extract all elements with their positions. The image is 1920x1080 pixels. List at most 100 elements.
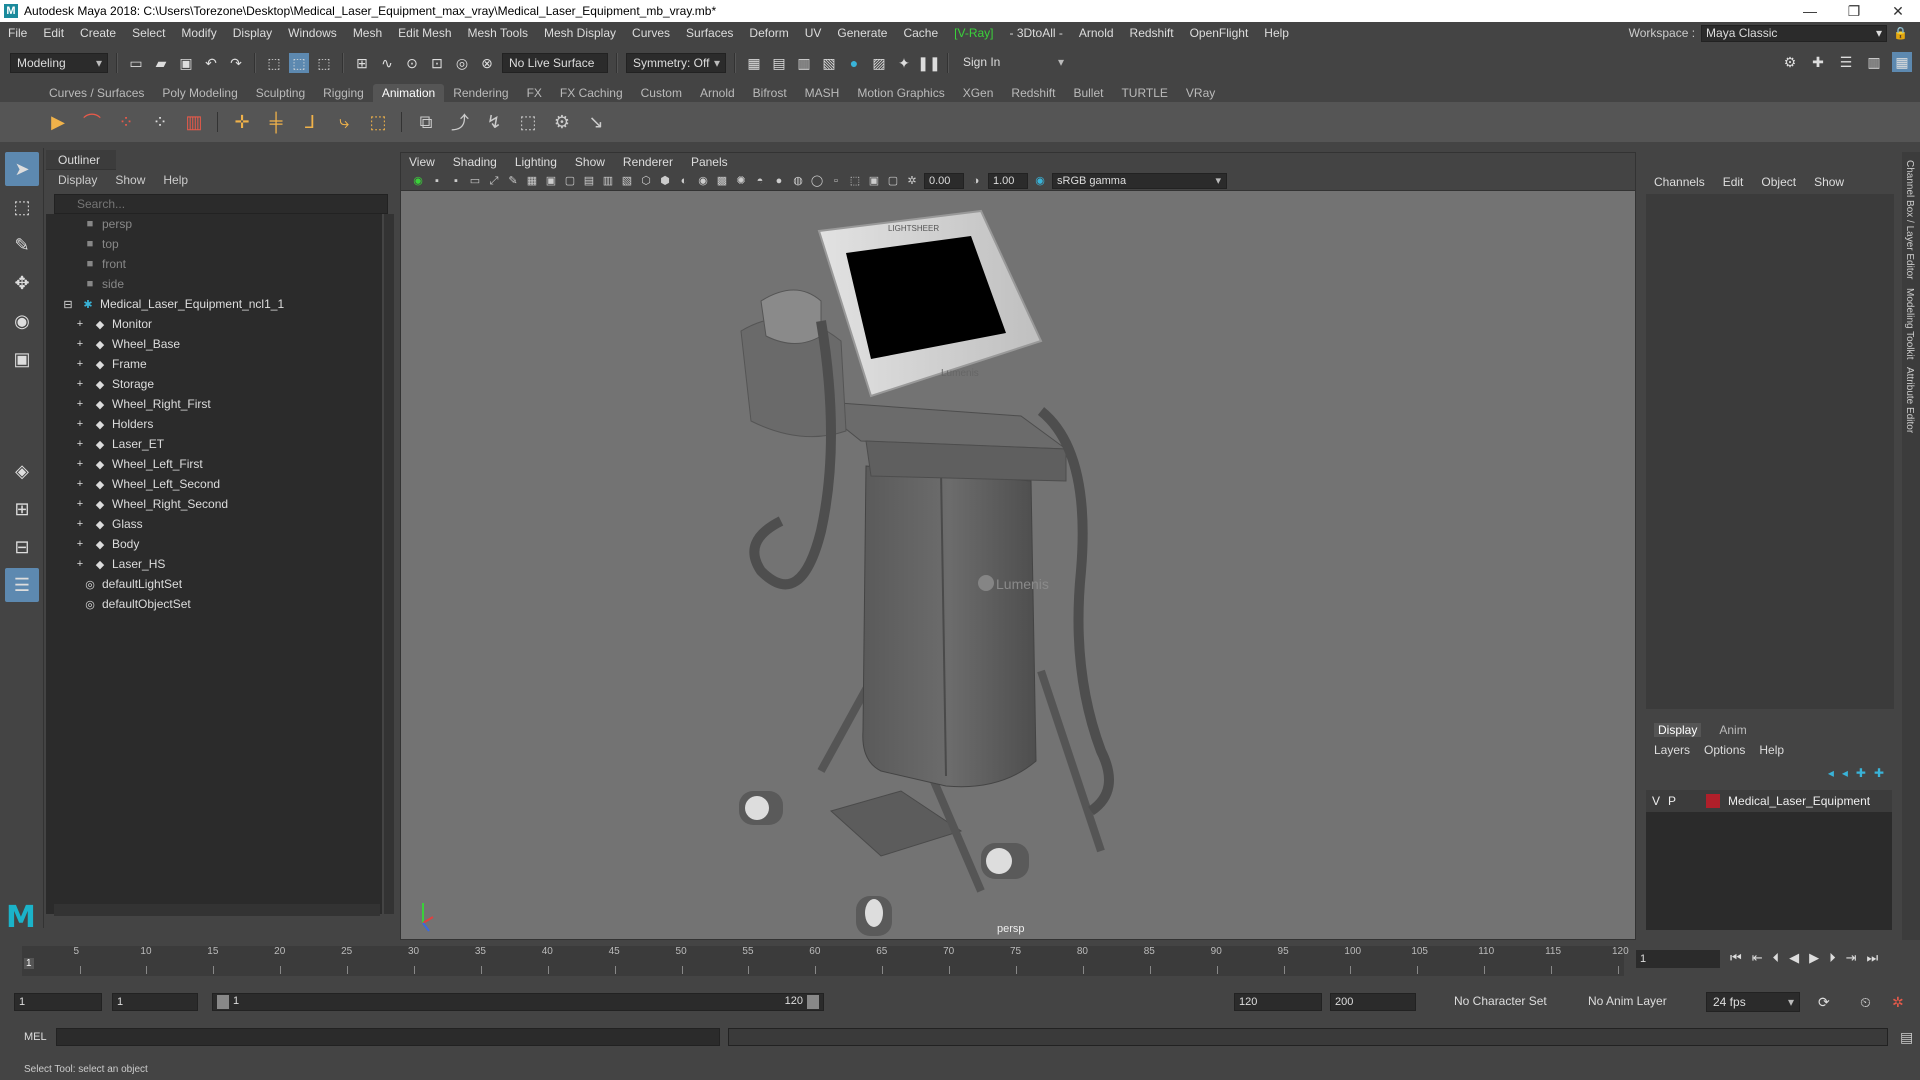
expand-icon[interactable]: + bbox=[72, 338, 88, 350]
snap-live-icon[interactable]: ⊗ bbox=[477, 53, 497, 73]
anti-alias-icon[interactable]: ◯ bbox=[810, 174, 824, 188]
smooth-shade-icon[interactable]: ⬢ bbox=[658, 174, 672, 188]
safe-action-icon[interactable]: ▧ bbox=[620, 174, 634, 188]
layer-playback-toggle[interactable]: P bbox=[1668, 794, 1676, 808]
create-joint-icon[interactable]: ✛ bbox=[228, 108, 256, 136]
bake-icon[interactable]: ▥ bbox=[180, 108, 208, 136]
outliner-item-laser-et[interactable]: + ◆ Laser_ET bbox=[46, 434, 382, 454]
undo-icon[interactable]: ↶ bbox=[201, 53, 221, 73]
menu-mesh-display[interactable]: Mesh Display bbox=[536, 26, 624, 40]
range-bar[interactable]: 1 120 bbox=[212, 993, 824, 1011]
menu-file[interactable]: File bbox=[0, 26, 35, 40]
attribute-editor-icon[interactable]: ☰ bbox=[1836, 52, 1856, 72]
hypershade-icon[interactable]: ● bbox=[844, 53, 864, 73]
camera-attributes-icon[interactable]: ▪ bbox=[430, 174, 444, 188]
expand-icon[interactable]: + bbox=[72, 538, 88, 550]
expand-icon[interactable]: + bbox=[72, 318, 88, 330]
range-start-handle[interactable] bbox=[217, 995, 229, 1009]
outliner-item-side[interactable]: ■ side bbox=[46, 274, 382, 294]
move-tool-icon[interactable]: ✥ bbox=[5, 266, 39, 300]
outliner-layout-icon[interactable]: ☰ bbox=[5, 568, 39, 602]
new-layer-icon[interactable]: ✚ bbox=[1856, 766, 1866, 780]
outliner-horizontal-scrollbar[interactable] bbox=[54, 904, 380, 916]
character-set-dropdown[interactable]: No Character Set bbox=[1448, 992, 1558, 1012]
step-back-frame-icon[interactable]: ⏴ bbox=[1773, 950, 1780, 966]
side-tab-channel-box[interactable]: Channel Box / Layer Editor bbox=[1904, 160, 1915, 280]
shelf-tab-bifrost[interactable]: Bifrost bbox=[744, 84, 796, 102]
layer-menu-layers[interactable]: Layers bbox=[1654, 743, 1690, 757]
grid-icon[interactable]: ▦ bbox=[525, 174, 539, 188]
expand-icon[interactable]: + bbox=[72, 378, 88, 390]
layer-color-swatch[interactable] bbox=[1706, 794, 1721, 808]
shelf-tab-arnold[interactable]: Arnold bbox=[691, 84, 744, 102]
shelf-tab-animation[interactable]: Animation bbox=[372, 84, 445, 102]
shelf-tab-turtle[interactable]: TURTLE bbox=[1112, 84, 1176, 102]
menu-3dtoall[interactable]: - 3DtoAll - bbox=[1002, 26, 1071, 40]
select-hierarchy-icon[interactable]: ⬚ bbox=[264, 53, 284, 73]
lock-icon[interactable]: 🔒 bbox=[1893, 26, 1908, 40]
menu-uv[interactable]: UV bbox=[797, 26, 830, 40]
render-setup-icon[interactable]: ▨ bbox=[869, 53, 889, 73]
default-material-icon[interactable]: ◐ bbox=[677, 174, 691, 188]
shelf-tab-sculpting[interactable]: Sculpting bbox=[247, 84, 314, 102]
outliner-menu-help[interactable]: Help bbox=[163, 173, 188, 187]
playblast-icon[interactable]: ▶ bbox=[44, 108, 72, 136]
shelf-tab-rigging[interactable]: Rigging bbox=[314, 84, 373, 102]
xray-active-icon[interactable]: ▢ bbox=[886, 174, 900, 188]
tool-settings-icon[interactable]: ▥ bbox=[1864, 52, 1884, 72]
menu-edit[interactable]: Edit bbox=[35, 26, 72, 40]
outliner-item-default-light-set[interactable]: ◎ defaultLightSet bbox=[46, 574, 382, 594]
motion-blur-icon[interactable]: ◍ bbox=[791, 174, 805, 188]
outliner-item-storage[interactable]: + ◆ Storage bbox=[46, 374, 382, 394]
ipr-render-icon[interactable]: ▥ bbox=[794, 53, 814, 73]
shelf-tab-custom[interactable]: Custom bbox=[632, 84, 691, 102]
blend-icon[interactable]: ⚙ bbox=[548, 108, 576, 136]
resolution-gate-icon[interactable]: ▢ bbox=[563, 174, 577, 188]
lattice-icon[interactable]: ⧉ bbox=[412, 108, 440, 136]
expand-icon[interactable]: + bbox=[72, 418, 88, 430]
render-frame-icon[interactable]: ▤ bbox=[769, 53, 789, 73]
step-forward-frame-icon[interactable]: ⏵ bbox=[1829, 950, 1836, 966]
viewport-menu-show[interactable]: Show bbox=[575, 155, 605, 169]
viewport-menu-renderer[interactable]: Renderer bbox=[623, 155, 673, 169]
menu-edit-mesh[interactable]: Edit Mesh bbox=[390, 26, 459, 40]
four-view-icon[interactable]: ⊞ bbox=[5, 492, 39, 526]
outliner-item-body[interactable]: + ◆ Body bbox=[46, 534, 382, 554]
lights-icon[interactable]: ✺ bbox=[734, 174, 748, 188]
outliner-item-group[interactable]: ⊟ ✱ Medical_Laser_Equipment_ncl1_1 bbox=[46, 294, 382, 314]
command-input[interactable] bbox=[56, 1028, 720, 1046]
close-button[interactable]: ✕ bbox=[1876, 0, 1920, 22]
symmetry-dropdown[interactable]: Symmetry: Off bbox=[626, 53, 726, 73]
gate-mask-icon[interactable]: ▤ bbox=[582, 174, 596, 188]
single-view-icon[interactable]: ◈ bbox=[5, 454, 39, 488]
play-backward-icon[interactable]: ◀ bbox=[1789, 950, 1799, 966]
layer-row[interactable]: V P Medical_Laser_Equipment bbox=[1646, 790, 1892, 812]
select-tool-icon[interactable]: ➤ bbox=[5, 152, 39, 186]
outliner-item-holders[interactable]: + ◆ Holders bbox=[46, 414, 382, 434]
menu-arnold[interactable]: Arnold bbox=[1071, 26, 1122, 40]
xray-joints-icon[interactable]: ▣ bbox=[867, 174, 881, 188]
expand-icon[interactable]: + bbox=[72, 558, 88, 570]
gamma-field[interactable]: 1.00 bbox=[988, 172, 1028, 189]
open-scene-icon[interactable]: ▰ bbox=[151, 53, 171, 73]
mel-label[interactable]: MEL bbox=[0, 1031, 56, 1043]
channel-menu-edit[interactable]: Edit bbox=[1723, 175, 1744, 189]
wireframe-icon[interactable]: ⬡ bbox=[639, 174, 653, 188]
snap-point-icon[interactable]: ⊙ bbox=[402, 53, 422, 73]
viewport-menu-panels[interactable]: Panels bbox=[691, 155, 728, 169]
menu-modify[interactable]: Modify bbox=[173, 26, 224, 40]
loop-icon[interactable]: ⟳ bbox=[1818, 994, 1830, 1011]
xray-icon[interactable]: ▩ bbox=[715, 174, 729, 188]
ghost-icon[interactable]: ⁘ bbox=[112, 108, 140, 136]
current-frame-marker[interactable]: 1 bbox=[24, 958, 34, 969]
menu-surfaces[interactable]: Surfaces bbox=[678, 26, 741, 40]
outliner-item-wheel-left-first[interactable]: + ◆ Wheel_Left_First bbox=[46, 454, 382, 474]
menu-create[interactable]: Create bbox=[72, 26, 124, 40]
workspace-dropdown[interactable]: Maya Classic bbox=[1701, 24, 1888, 42]
gamma-icon[interactable]: ◑ bbox=[969, 174, 983, 188]
isolate-select-icon[interactable]: ⬚ bbox=[848, 174, 862, 188]
snap-view-icon[interactable]: ⊡ bbox=[427, 53, 447, 73]
layer-menu-options[interactable]: Options bbox=[1704, 743, 1745, 757]
select-camera-icon[interactable]: ◉ bbox=[411, 174, 425, 188]
step-forward-key-icon[interactable]: ⇥ bbox=[1846, 950, 1857, 966]
